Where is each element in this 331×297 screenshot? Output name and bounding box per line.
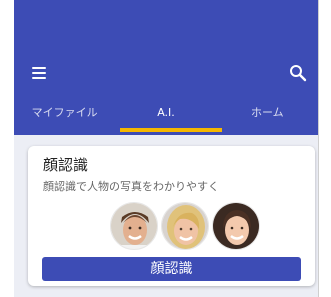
tab-indicator [120,128,222,132]
avatar-woman [161,202,209,250]
tab-home[interactable]: ホーム [217,98,318,135]
avatar-girl [212,202,260,250]
search-icon[interactable] [288,63,308,83]
app-bar: マイファイル A.I. ホーム [14,0,318,135]
avatar-man [110,202,158,250]
card-title: 顔認識 [43,156,89,174]
tab-my-files[interactable]: マイファイル [14,98,115,135]
card-subtitle: 顔認識で人物の写真をわかりやすく [43,180,219,193]
face-avatars [110,202,260,252]
face-recognition-button[interactable]: 顔認識 [42,257,301,281]
app-window: マイファイル A.I. ホーム 顔認識 顔認識で人物の写真をわかりやすく 顔認識 [14,0,318,297]
menu-icon[interactable] [32,66,48,80]
face-recognition-card: 顔認識 顔認識で人物の写真をわかりやすく 顔認識 [28,146,315,286]
frame-border [318,0,319,297]
